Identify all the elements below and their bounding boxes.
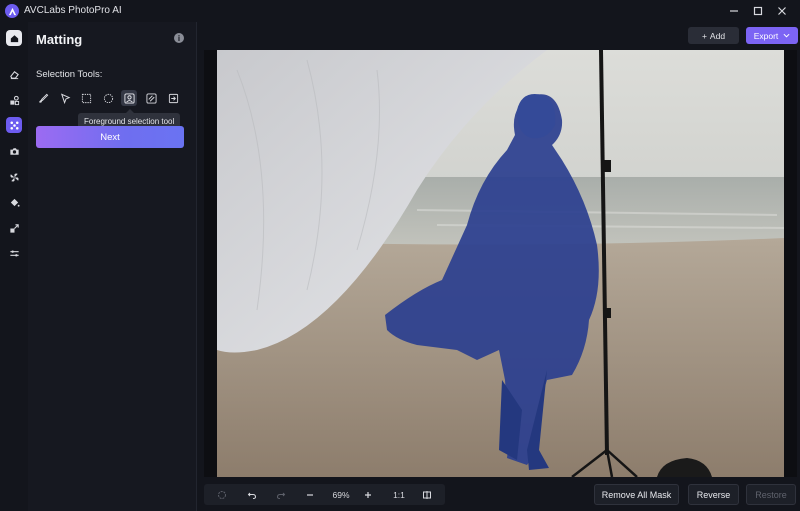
app-logo-icon	[5, 4, 19, 18]
matting-panel: Matting i Selection Tools: Foreground se…	[28, 22, 197, 511]
adjust-icon[interactable]	[6, 245, 22, 261]
upscale-icon[interactable]	[6, 220, 22, 236]
remove-all-mask-button[interactable]: Remove All Mask	[594, 484, 679, 505]
bottom-bar: 69% 1:1 Remove All Mask Reverse Restore	[198, 479, 800, 511]
home-icon[interactable]	[6, 30, 22, 46]
foreground-select-icon[interactable]	[121, 90, 137, 106]
add-label: Add	[709, 30, 726, 41]
close-icon[interactable]	[774, 3, 790, 19]
zoom-level: 69%	[332, 489, 350, 500]
next-button[interactable]: Next	[36, 126, 184, 148]
selection-tools-label: Selection Tools:	[36, 69, 103, 80]
brush-icon[interactable]	[35, 90, 51, 106]
compare-icon[interactable]	[419, 487, 435, 502]
rectangle-select-icon[interactable]	[78, 90, 94, 106]
matting-icon[interactable]	[6, 117, 22, 133]
export-label: Export	[753, 30, 779, 41]
maximize-icon[interactable]	[750, 3, 766, 19]
export-button[interactable]: Export	[746, 27, 798, 44]
plus-icon: +	[701, 30, 707, 41]
panel-title: Matting	[36, 32, 83, 47]
redo-icon[interactable]	[273, 487, 289, 502]
shapes-icon[interactable]	[6, 92, 22, 108]
top-actions: + Add Export	[198, 22, 800, 50]
minimize-icon[interactable]	[726, 3, 742, 19]
fan-icon[interactable]	[6, 169, 22, 185]
undo-icon[interactable]	[244, 487, 260, 502]
restore-button[interactable]: Restore	[746, 484, 796, 505]
chevron-down-icon	[783, 31, 790, 41]
zoom-out-icon[interactable]	[302, 487, 318, 502]
reset-icon[interactable]	[214, 487, 230, 502]
zoom-in-icon[interactable]	[360, 487, 376, 502]
one-to-one-button[interactable]: 1:1	[389, 487, 409, 502]
reverse-button[interactable]: Reverse	[688, 484, 739, 505]
app-title: AVCLabs PhotoPro AI	[24, 5, 122, 16]
left-rail	[0, 22, 28, 511]
background-select-icon[interactable]	[143, 90, 159, 106]
title-bar: AVCLabs PhotoPro AI	[0, 0, 800, 22]
fill-icon[interactable]	[6, 194, 22, 210]
ellipse-select-icon[interactable]	[100, 90, 116, 106]
image-canvas[interactable]	[204, 50, 797, 477]
zoom-controls: 69% 1:1	[204, 484, 445, 505]
add-button[interactable]: + Add	[688, 27, 739, 44]
info-icon[interactable]: i	[174, 33, 184, 43]
import-icon[interactable]	[165, 90, 181, 106]
pointer-icon[interactable]	[57, 90, 73, 106]
photo-image	[217, 50, 784, 477]
eraser-icon[interactable]	[6, 66, 22, 82]
photo[interactable]	[217, 50, 784, 477]
face-icon[interactable]	[6, 143, 22, 159]
